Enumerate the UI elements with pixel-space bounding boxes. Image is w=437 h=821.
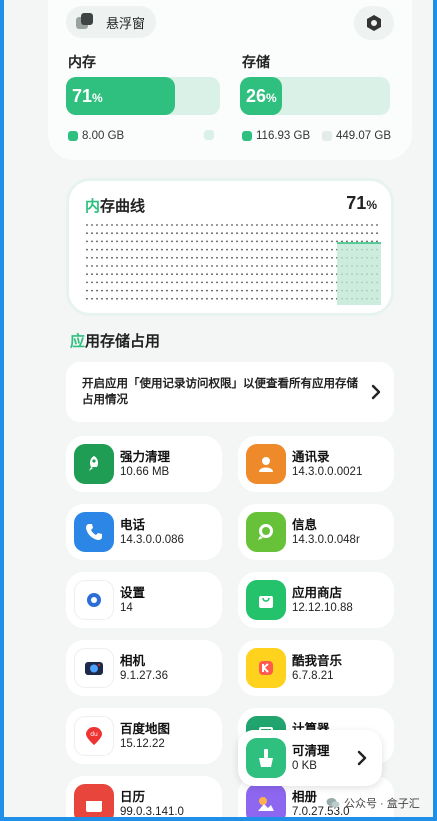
- app-card[interactable]: du 百度地图 15.12.22: [66, 708, 222, 764]
- memory-percent-unit: %: [92, 91, 103, 105]
- app-name: 信息: [292, 518, 318, 532]
- app-storage-title: 应用存储占用: [70, 330, 160, 351]
- curve-value-unit: %: [366, 198, 377, 212]
- app-storage-title-accent: 应: [70, 333, 86, 350]
- floating-window-icon: [76, 13, 94, 31]
- curve-title-accent: 内: [85, 198, 101, 215]
- app-storage-value: 10.66 MB: [120, 466, 170, 478]
- gear-icon: [74, 580, 114, 620]
- free-swatch: [204, 130, 214, 140]
- floating-window-button[interactable]: 悬浮窗: [66, 6, 156, 38]
- watermark: 公众号 · 盒子汇: [326, 795, 420, 811]
- app-storage-value: 14.3.0.0.086: [120, 534, 184, 546]
- contacts-icon: [246, 444, 286, 484]
- app-card[interactable]: 设置 14: [66, 572, 222, 628]
- app-name: 相机: [120, 654, 146, 668]
- memory-curve-chart: [86, 224, 381, 305]
- storage-percent-unit: %: [266, 91, 277, 105]
- memory-used-legend: 8.00 GB: [68, 130, 124, 142]
- cleanable-popup[interactable]: 可清理 0 KB: [238, 730, 382, 786]
- app-storage-value: 6.7.8.21: [292, 670, 334, 682]
- memory-used-value: 8.00 GB: [82, 130, 125, 142]
- app-card[interactable]: 应用商店 12.12.10.88: [238, 572, 394, 628]
- app-storage-value: 15.12.22: [120, 738, 165, 750]
- memory-curve-card[interactable]: 内存曲线 71%: [66, 178, 394, 316]
- kuwo-music-icon: [246, 648, 286, 688]
- hexagon-settings-icon: [367, 15, 381, 31]
- app-card[interactable]: 信息 14.3.0.0.048r: [238, 504, 394, 560]
- phone-screen: 悬浮窗 内存 存储 71% 26% 8.00 GB 116.93 GB 449.…: [4, 0, 433, 817]
- curve-title-rest: 存曲线: [100, 198, 146, 215]
- app-name: 电话: [120, 518, 146, 532]
- curve-title: 内存曲线: [85, 195, 145, 216]
- app-card[interactable]: 日历 99.0.3.141.0: [66, 776, 222, 817]
- storage-used-legend: 116.93 GB: [242, 130, 310, 142]
- usage-permission-notice[interactable]: 开启应用「使用记录访问权限」以便查看所有应用存储占用情况: [66, 362, 394, 422]
- free-swatch: [322, 131, 332, 141]
- app-storage-value: 14: [120, 602, 133, 614]
- storage-used-value: 116.93 GB: [256, 130, 311, 142]
- camera-icon: [74, 648, 114, 688]
- phone-icon: [74, 512, 114, 552]
- app-name: 相册: [292, 790, 318, 804]
- cleanable-label: 可清理: [292, 744, 330, 758]
- app-storage-value: 99.0.3.141.0: [120, 806, 184, 817]
- settings-button[interactable]: [354, 6, 394, 40]
- storage-percent: 26: [246, 86, 267, 106]
- storage-label: 存储: [242, 54, 270, 70]
- app-storage-value: 12.12.10.88: [292, 602, 353, 614]
- floating-window-label: 悬浮窗: [106, 15, 146, 31]
- broom-icon: [246, 738, 286, 778]
- app-name: 强力清理: [120, 450, 171, 464]
- app-storage-value: 9.1.27.36: [120, 670, 168, 682]
- memory-bar: 71%: [66, 77, 220, 115]
- used-swatch: [242, 131, 252, 141]
- app-storage-title-rest: 用存储占用: [85, 333, 161, 350]
- wechat-icon: [326, 798, 340, 808]
- curve-value-number: 71: [346, 193, 367, 213]
- rocket-icon: [74, 444, 114, 484]
- curve-value: 71%: [346, 193, 377, 214]
- app-storage-value: 14.3.0.0.048r: [292, 534, 360, 546]
- memory-free-legend: [204, 130, 218, 140]
- storage-bar: 26%: [240, 77, 390, 115]
- message-icon: [246, 512, 286, 552]
- svg-text:du: du: [90, 731, 98, 738]
- app-card[interactable]: 强力清理 10.66 MB: [66, 436, 222, 492]
- app-card[interactable]: 通讯录 14.3.0.0.0021: [238, 436, 394, 492]
- app-name: 设置: [120, 586, 146, 600]
- app-name: 百度地图: [120, 722, 171, 736]
- cleanable-value: 0 KB: [292, 760, 317, 772]
- app-card[interactable]: 电话 14.3.0.0.086: [66, 504, 222, 560]
- memory-percent: 71: [72, 86, 93, 106]
- store-bag-icon: [246, 580, 286, 620]
- app-storage-value: 14.3.0.0.0021: [292, 466, 363, 478]
- baidu-map-icon: du: [74, 716, 114, 756]
- storage-free-value: 449.07 GB: [336, 130, 391, 142]
- chevron-right-icon: [371, 384, 381, 400]
- app-card[interactable]: 相机 9.1.27.36: [66, 640, 222, 696]
- notice-text: 开启应用「使用记录访问权限」以便查看所有应用存储占用情况: [82, 378, 358, 406]
- app-name: 日历: [120, 790, 146, 804]
- storage-free-legend: 449.07 GB: [322, 130, 391, 142]
- gallery-icon: [246, 784, 286, 817]
- app-name: 通讯录: [292, 450, 330, 464]
- calendar-icon: [74, 784, 114, 817]
- app-name: 酷我音乐: [292, 654, 343, 668]
- app-name: 应用商店: [292, 586, 343, 600]
- storage-bar-fill: 26%: [240, 77, 282, 115]
- memory-usage-area: [337, 243, 381, 305]
- app-card[interactable]: 酷我音乐 6.7.8.21: [238, 640, 394, 696]
- used-swatch: [68, 131, 78, 141]
- memory-label: 内存: [68, 54, 96, 70]
- chevron-right-icon: [357, 750, 367, 766]
- memory-bar-fill: 71%: [66, 77, 175, 115]
- watermark-text: 公众号 · 盒子汇: [344, 798, 420, 810]
